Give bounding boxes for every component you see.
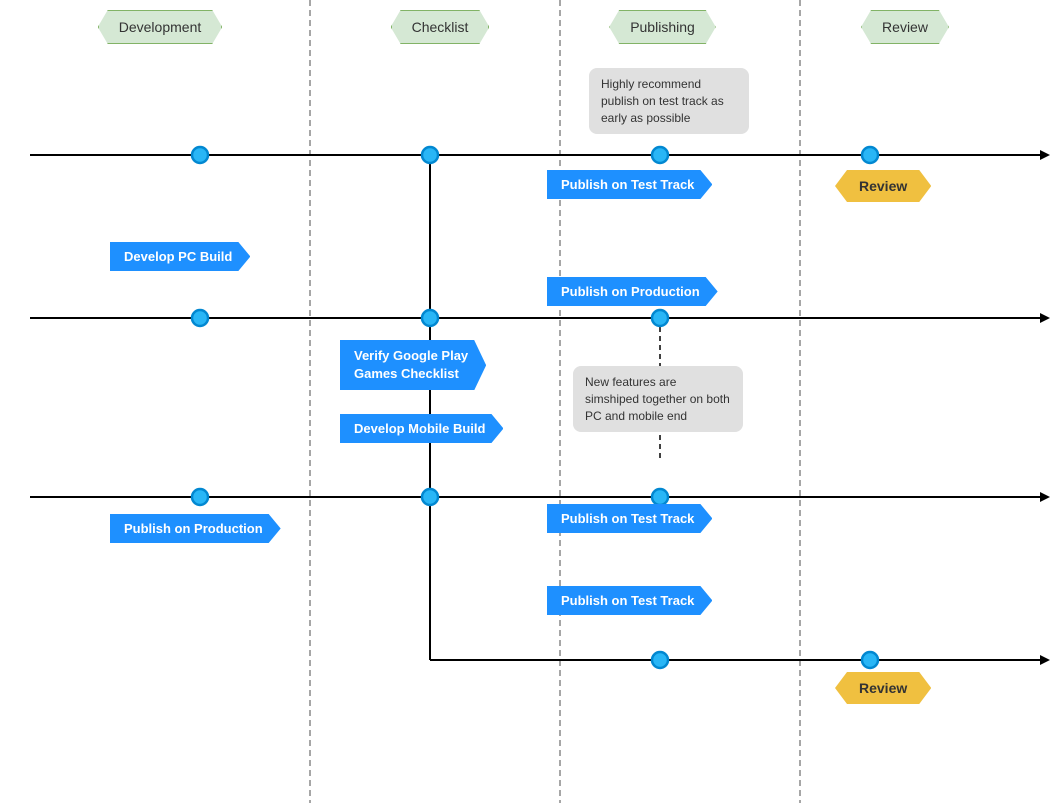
task-verify-mobile-checklist: Develop Mobile Build [340, 414, 503, 443]
task-publish-production-top: Publish on Production [547, 277, 718, 306]
header-review: Review [835, 10, 975, 44]
review-label-bottom: Review [835, 672, 931, 704]
task-publish-test-track-bottom: Publish on Test Track [547, 586, 712, 615]
diagram: Development Checklist Publishing Review … [0, 0, 1057, 803]
task-develop-mobile-build: Publish on Production [110, 514, 281, 543]
header-development: Development [60, 10, 260, 44]
note-simship: New features are simshiped together on b… [573, 366, 743, 432]
note-publish-early: Highly recommend publish on test track a… [589, 68, 749, 134]
review-label-top: Review [835, 170, 931, 202]
task-publish-production-bottom: Publish on Test Track [547, 504, 712, 533]
header-publishing: Publishing [580, 10, 745, 44]
task-develop-pc-build: Develop PC Build [110, 242, 250, 271]
development-label: Development [98, 10, 223, 44]
task-publish-test-track-top: Publish on Test Track [547, 170, 712, 199]
review-header-label: Review [861, 10, 949, 44]
header-checklist: Checklist [360, 10, 520, 44]
checklist-label: Checklist [391, 10, 490, 44]
task-verify-google-play: Verify Google PlayGames Checklist [340, 340, 486, 390]
publishing-label: Publishing [609, 10, 716, 44]
